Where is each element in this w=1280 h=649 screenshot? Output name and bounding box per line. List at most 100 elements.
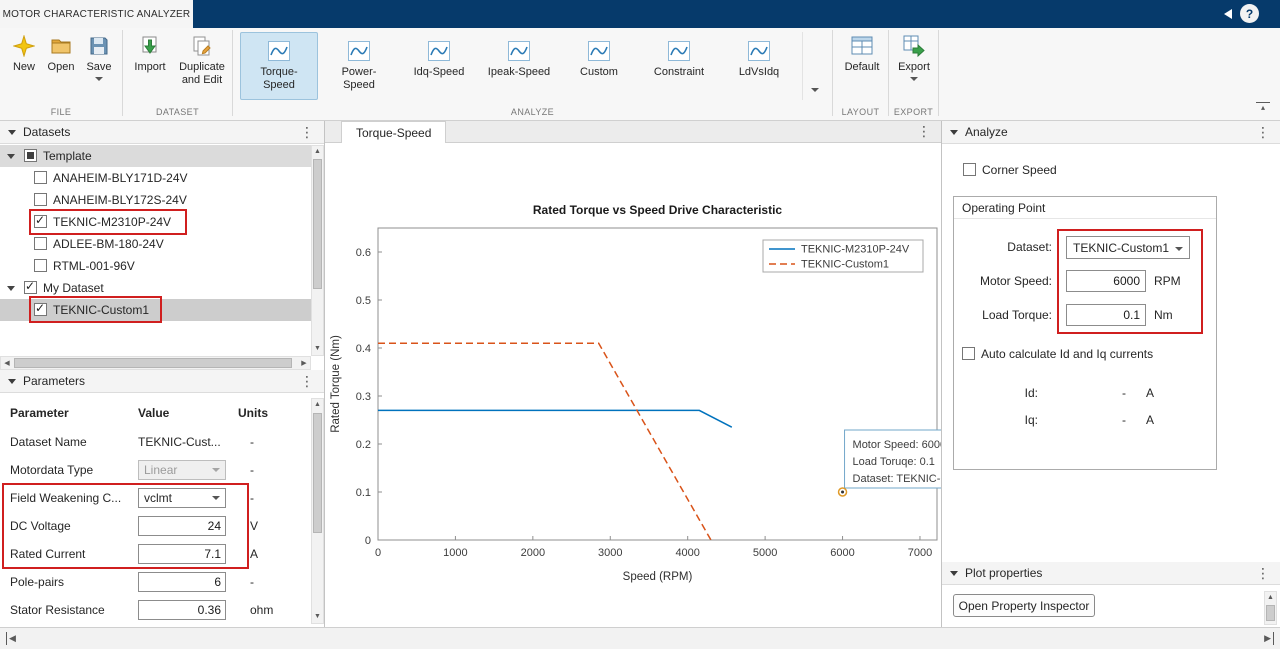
export-button[interactable]: Export — [891, 34, 937, 81]
motor-speed-input[interactable] — [1066, 270, 1146, 292]
analyze-idq-speed-button[interactable]: Idq-Speed — [400, 32, 478, 100]
datasets-vertical-scrollbar[interactable]: ▲ ▼ — [311, 145, 324, 356]
collapse-left-panel-icon[interactable]: ◀ — [6, 632, 16, 645]
load-torque-input[interactable] — [1066, 304, 1146, 326]
save-dropdown-icon[interactable] — [95, 77, 103, 81]
expander-icon[interactable] — [7, 286, 15, 291]
series-line[interactable] — [378, 343, 711, 540]
panel-menu-icon[interactable]: ⋮ — [917, 123, 931, 140]
scroll-down-icon[interactable]: ▼ — [312, 611, 323, 623]
import-button[interactable]: Import — [128, 34, 172, 74]
dataset-item[interactable]: ANAHEIM-BLY172S-24V — [0, 189, 312, 211]
plot-properties-header[interactable]: Plot properties ⋮ — [942, 562, 1280, 585]
datasets-horizontal-scrollbar[interactable]: ◀ ▶ — [0, 356, 311, 370]
dataset-group-template[interactable]: Template — [0, 145, 312, 167]
dataset-item[interactable]: ADLEE-BM-180-24V — [0, 233, 312, 255]
torque-speed-chart[interactable]: 0100020003000400050006000700000.10.20.30… — [325, 143, 941, 627]
auto-calc-checkbox[interactable] — [962, 347, 975, 360]
motor-speed-label: Motor Speed: — [954, 274, 1058, 288]
import-icon — [138, 34, 162, 58]
dataset-item[interactable]: ANAHEIM-BLY171D-24V — [0, 167, 312, 189]
param-row-dataset-name: Dataset Name TEKNIC-Cust... - — [0, 428, 312, 456]
dataset-checkbox[interactable] — [34, 303, 47, 316]
dataset-checkbox[interactable] — [34, 237, 47, 250]
dataset-group-my-dataset[interactable]: My Dataset — [0, 277, 312, 299]
column-value: Value — [138, 406, 169, 420]
analyze-custom-button[interactable]: Custom — [560, 32, 638, 100]
dataset-dropdown[interactable]: TEKNIC-Custom1 — [1066, 236, 1190, 259]
dataset-item[interactable]: RTML-001-96V — [0, 255, 312, 277]
analyze-torque-speed-button[interactable]: Torque-Speed — [240, 32, 318, 100]
default-label: Default — [845, 61, 880, 74]
svg-text:0.1: 0.1 — [356, 487, 371, 499]
scroll-thumb[interactable] — [313, 159, 322, 289]
new-button[interactable]: New — [6, 34, 42, 74]
collapse-right-panel-icon[interactable]: ▶ — [1264, 632, 1274, 645]
dataset-checkbox[interactable] — [34, 259, 47, 272]
analyze-header[interactable]: Analyze ⋮ — [942, 121, 1280, 144]
analyze-button-label: Power-Speed — [327, 66, 391, 92]
rated-current-input[interactable] — [138, 544, 226, 564]
datatip-line: Load Toruqe: 0.1 — [853, 456, 935, 468]
auto-calc-checkbox-row[interactable]: Auto calculate Id and Iq currents — [962, 347, 1153, 361]
panel-menu-icon[interactable]: ⋮ — [300, 124, 314, 141]
scroll-right-icon[interactable]: ▶ — [298, 357, 310, 370]
my-dataset-checkbox[interactable] — [24, 281, 37, 294]
field-weakening-dropdown[interactable]: vclmt — [138, 488, 226, 508]
parameters-vertical-scrollbar[interactable]: ▲ ▼ — [311, 398, 324, 624]
dataset-checkbox[interactable] — [34, 215, 47, 228]
duplicate-and-edit-button[interactable]: Duplicate and Edit — [174, 34, 230, 86]
scroll-thumb[interactable] — [14, 358, 292, 368]
svg-text:0.6: 0.6 — [356, 247, 371, 259]
plot-properties-scrollbar[interactable]: ▲ — [1264, 591, 1277, 625]
dc-voltage-input[interactable] — [138, 516, 226, 536]
expander-icon[interactable] — [7, 154, 15, 159]
save-button[interactable]: Save — [81, 34, 117, 81]
app-tab[interactable]: MOTOR CHARACTERISTIC ANALYZER — [0, 0, 193, 28]
gallery-dropdown-button[interactable] — [802, 32, 826, 100]
export-dropdown-icon[interactable] — [910, 77, 918, 81]
series-line[interactable] — [378, 410, 732, 427]
dataset-item-teknic-custom1[interactable]: TEKNIC-Custom1 — [0, 299, 312, 321]
pole-pairs-input[interactable] — [138, 572, 226, 592]
iq-units: A — [1146, 413, 1154, 427]
default-layout-button[interactable]: Default — [839, 34, 885, 74]
panel-menu-icon[interactable]: ⋮ — [1256, 565, 1270, 582]
x-axis-label: Speed (RPM) — [623, 571, 693, 583]
tab-torque-speed[interactable]: Torque-Speed — [341, 121, 446, 143]
collapse-toolstrip-icon[interactable]: ▴ — [1256, 102, 1270, 112]
open-property-inspector-button[interactable]: Open Property Inspector — [953, 594, 1095, 617]
param-row-field-weakening: Field Weakening C... vclmt - — [0, 484, 312, 512]
scroll-down-icon[interactable]: ▼ — [312, 343, 323, 355]
template-checkbox[interactable] — [24, 149, 37, 162]
analyze-constraint-button[interactable]: Constraint — [640, 32, 718, 100]
scroll-thumb[interactable] — [313, 413, 322, 533]
toolstrip: New Open Save FILE Import Duplicate and … — [0, 28, 1280, 121]
dataset-item-teknic-m2310p[interactable]: TEKNIC-M2310P-24V — [0, 211, 312, 233]
corner-speed-checkbox-row[interactable]: Corner Speed — [963, 163, 1057, 177]
datasets-header[interactable]: Datasets ⋮ — [0, 121, 324, 144]
analyze-ldvsidq-button[interactable]: LdVsIdq — [720, 32, 798, 100]
scroll-up-icon[interactable]: ▲ — [1265, 592, 1276, 604]
corner-speed-checkbox[interactable] — [963, 163, 976, 176]
analyze-power-speed-button[interactable]: Power-Speed — [320, 32, 398, 100]
dataset-checkbox[interactable] — [34, 171, 47, 184]
scroll-up-icon[interactable]: ▲ — [312, 399, 323, 411]
stator-resistance-input[interactable] — [138, 600, 226, 620]
panel-menu-icon[interactable]: ⋮ — [300, 373, 314, 390]
help-button[interactable]: ? — [1240, 4, 1259, 23]
save-icon — [87, 34, 111, 58]
open-button[interactable]: Open — [43, 34, 79, 74]
analyze-ipeak-speed-button[interactable]: Ipeak-Speed — [480, 32, 558, 100]
parameters-header[interactable]: Parameters ⋮ — [0, 370, 324, 393]
collapse-arrow-icon[interactable] — [1224, 9, 1232, 19]
parameters-title: Parameters — [23, 374, 85, 388]
dataset-checkbox[interactable] — [34, 193, 47, 206]
svg-text:TEKNIC-Custom1: TEKNIC-Custom1 — [801, 259, 889, 271]
parameters-panel: Parameters ⋮ Parameter Value Units Datas… — [0, 370, 324, 627]
scroll-thumb[interactable] — [1266, 605, 1275, 621]
scroll-up-icon[interactable]: ▲ — [312, 146, 323, 158]
panel-menu-icon[interactable]: ⋮ — [1256, 124, 1270, 141]
param-row-dc-voltage: DC Voltage V — [0, 512, 312, 540]
scroll-left-icon[interactable]: ◀ — [1, 357, 13, 370]
